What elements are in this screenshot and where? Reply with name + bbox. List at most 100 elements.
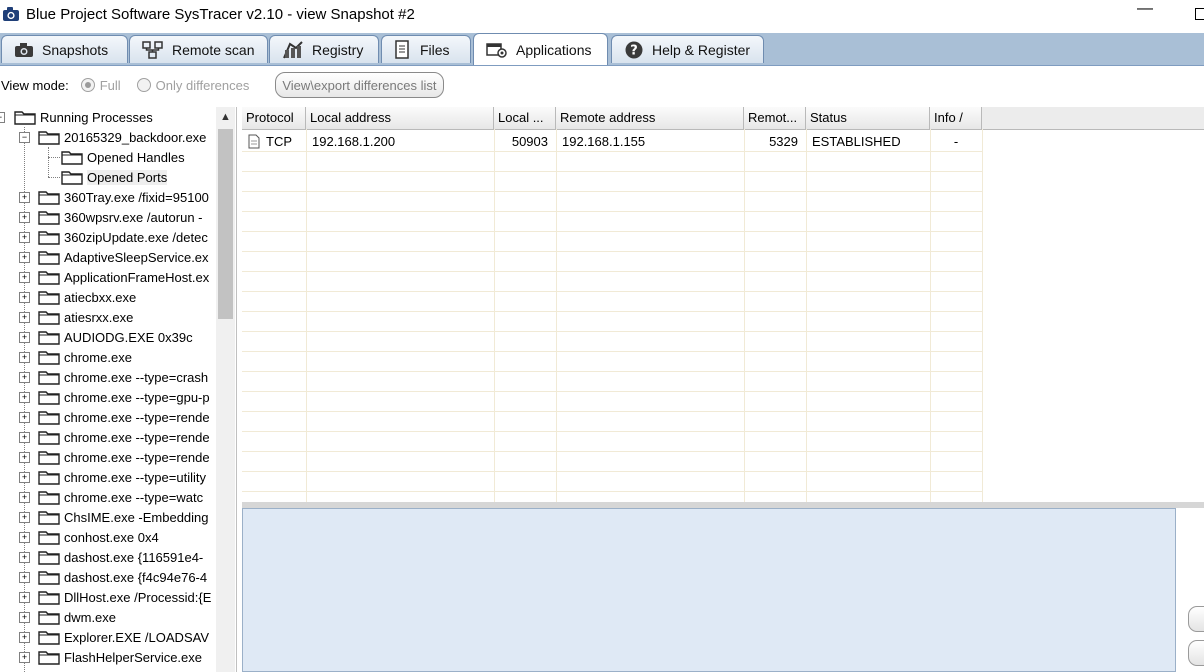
collapse-icon[interactable]: − <box>0 112 5 123</box>
expand-icon[interactable]: + <box>19 532 30 543</box>
column-header-remote-port[interactable]: Remot... <box>744 107 806 129</box>
collapse-icon[interactable]: − <box>19 132 30 143</box>
tree-item-process[interactable]: + FlashHelperService.exe <box>0 647 202 667</box>
tab-snapshots[interactable]: Snapshots <box>1 35 128 63</box>
tree-item-opened-handles[interactable]: Opened Handles <box>0 147 185 167</box>
tree-root-label: Running Processes <box>40 109 153 125</box>
expand-icon[interactable]: + <box>19 492 30 503</box>
expand-icon[interactable]: + <box>19 392 30 403</box>
column-header-status[interactable]: Status <box>806 107 930 129</box>
title-bar: Blue Project Software SysTracer v2.10 - … <box>0 0 1204 28</box>
expand-icon[interactable]: + <box>19 572 30 583</box>
tab-label: Applications <box>516 41 592 58</box>
tree-item-process[interactable]: +360Tray.exe /fixid=95100 <box>0 187 209 207</box>
tree-item-process[interactable]: + chrome.exe --type=rende <box>0 427 210 447</box>
side-action-button[interactable] <box>1188 640 1204 666</box>
tree-item-process[interactable]: + DllHost.exe /Processid:{E <box>0 587 211 607</box>
scroll-up-icon[interactable]: ▲ <box>220 111 231 123</box>
tree-item-process[interactable]: + ChsIME.exe -Embedding <box>0 507 209 527</box>
tree-item-process[interactable]: + AdaptiveSleepService.ex <box>0 247 209 267</box>
expand-icon[interactable]: + <box>19 372 30 383</box>
tree-item-process[interactable]: + dashost.exe {116591e4- <box>0 547 203 567</box>
expand-icon[interactable]: + <box>19 452 30 463</box>
expand-icon[interactable]: + <box>19 272 30 283</box>
column-header-local-address[interactable]: Local address <box>306 107 494 129</box>
tree-item-process[interactable]: + Explorer.EXE /LOADSAV <box>0 627 209 647</box>
tab-remote-scan[interactable]: Remote scan <box>129 35 268 63</box>
maximize-button[interactable] <box>1186 2 1204 25</box>
table-row[interactable]: TCP 192.168.1.200 50903 192.168.1.155 5329 ES… <box>242 132 982 152</box>
tree-item-label: AdaptiveSleepService.ex <box>64 249 209 265</box>
tree-item-process[interactable]: + chrome.exe --type=watc <box>0 487 203 507</box>
tree-root-running-processes[interactable]: − Running Processes <box>0 107 153 127</box>
tree-item-process[interactable]: + chrome.exe --type=utility <box>0 467 206 487</box>
tree-item-process[interactable]: + chrome.exe --type=gpu-p <box>0 387 210 407</box>
tree-item-process[interactable]: + AUDIODG.EXE 0x39c <box>0 327 193 347</box>
expand-icon[interactable]: + <box>19 512 30 523</box>
only-differences-radio[interactable] <box>136 78 151 92</box>
tree-item-label: dashost.exe {116591e4- <box>64 549 204 565</box>
folder-icon <box>38 291 60 305</box>
expand-icon[interactable]: + <box>19 252 30 263</box>
tree-item-process[interactable]: + chrome.exe <box>0 347 132 367</box>
export-differences-button[interactable]: View\export differences list <box>275 72 444 98</box>
expand-icon[interactable]: + <box>19 552 30 563</box>
process-tree: − Running Processes − 20165329_backdoor.… <box>0 107 237 672</box>
grid-line <box>242 491 982 492</box>
folder-icon <box>38 391 60 405</box>
folder-icon <box>38 431 60 445</box>
expand-icon[interactable]: + <box>19 232 30 243</box>
tree-item-label: chrome.exe --type=rende <box>64 449 210 465</box>
column-header-info[interactable]: Info / <box>930 107 982 129</box>
expand-icon[interactable]: + <box>19 652 30 663</box>
side-action-button[interactable] <box>1188 606 1204 632</box>
tree-scrollbar[interactable]: ▲ <box>216 107 235 672</box>
expand-icon[interactable]: + <box>19 632 30 643</box>
tree-item-process[interactable]: + ApplicationFrameHost.ex <box>0 267 209 287</box>
column-header-protocol[interactable]: Protocol <box>242 107 306 129</box>
tree-item-label: chrome.exe --type=watc <box>64 489 204 505</box>
expand-icon[interactable]: + <box>19 332 30 343</box>
expand-icon[interactable]: + <box>19 192 30 203</box>
tree-item-process[interactable]: + atiesrxx.exe <box>0 307 133 327</box>
expand-icon[interactable]: + <box>19 212 30 223</box>
tab-registry[interactable]: Registry <box>269 35 379 63</box>
tree-item-process[interactable]: + chrome.exe --type=rende <box>0 447 210 467</box>
folder-icon <box>38 611 60 625</box>
tree-item-label: Explorer.EXE /LOADSAV <box>64 629 209 645</box>
tree-item-process[interactable]: +360wpsrv.exe /autorun - <box>0 207 203 227</box>
folder-icon <box>38 591 60 605</box>
expand-icon[interactable]: + <box>19 432 30 443</box>
tree-item-opened-ports[interactable]: Opened Ports <box>0 167 168 187</box>
full-radio[interactable] <box>80 78 95 92</box>
grid-column-line <box>982 129 983 502</box>
tree-item-process[interactable]: + chrome.exe --type=rende <box>0 407 210 427</box>
expand-icon[interactable]: + <box>19 592 30 603</box>
tree-item-process[interactable]: + conhost.exe 0x4 <box>0 527 159 547</box>
expand-icon[interactable]: + <box>19 312 30 323</box>
tree-item-process[interactable]: +360zipUpdate.exe /detec <box>0 227 208 247</box>
tab-applications[interactable]: Applications <box>473 33 608 65</box>
tree-item-label: ChsIME.exe -Embedding <box>64 509 209 525</box>
tree-item-backdoor-process[interactable]: − 20165329_backdoor.exe <box>0 127 206 147</box>
expand-icon[interactable]: + <box>19 292 30 303</box>
expand-icon[interactable]: + <box>19 412 30 423</box>
folder-icon <box>38 631 60 645</box>
document-icon <box>248 134 260 149</box>
expand-icon[interactable]: + <box>19 352 30 363</box>
tree-item-process[interactable]: + dwm.exe <box>0 607 116 627</box>
tab-files[interactable]: Files <box>381 35 471 63</box>
tab-help-register[interactable]: ? Help & Register <box>611 35 764 63</box>
column-header-remote-address[interactable]: Remote address <box>556 107 744 129</box>
tree-item-process[interactable]: + atiecbxx.exe <box>0 287 136 307</box>
column-header-local-port[interactable]: Local ... <box>494 107 556 129</box>
tree-item-label: chrome.exe --type=crash <box>64 369 209 385</box>
tree-item-process[interactable]: + dashost.exe {f4c94e76-4 <box>0 567 207 587</box>
tree-item-process[interactable]: + chrome.exe --type=crash <box>0 367 208 387</box>
folder-icon <box>38 411 60 425</box>
expand-icon[interactable]: + <box>19 612 30 623</box>
expand-icon[interactable]: + <box>19 472 30 483</box>
maximize-icon <box>1195 8 1204 20</box>
scrollbar-thumb[interactable] <box>218 129 233 319</box>
minimize-button[interactable]: — <box>1130 0 1160 18</box>
